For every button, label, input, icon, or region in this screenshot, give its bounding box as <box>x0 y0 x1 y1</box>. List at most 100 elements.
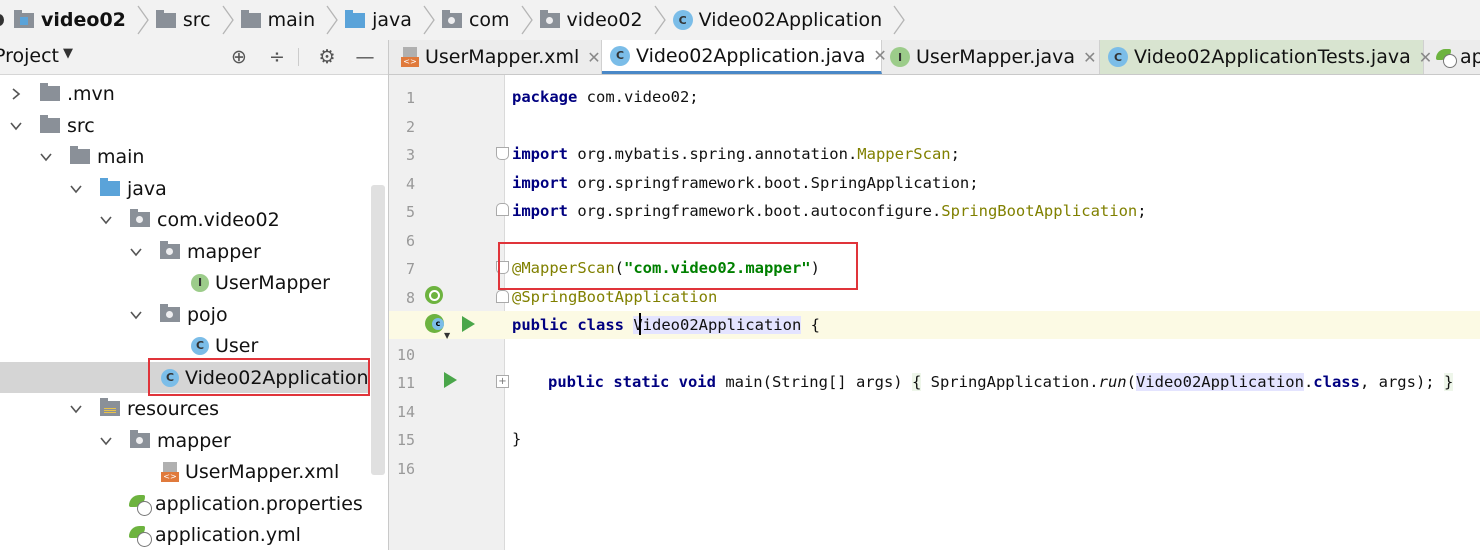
breadcrumb-label: java <box>372 9 412 31</box>
toolbar-divider <box>298 48 299 66</box>
tab-video02applicationtests-java[interactable]: C Video02ApplicationTests.java ✕ <box>1100 40 1432 74</box>
project-tree-scrollbar[interactable] <box>371 185 385 475</box>
chevron-down-icon[interactable] <box>39 150 53 164</box>
highlight-annotation-box <box>148 358 370 396</box>
chevron-down-icon[interactable] <box>129 308 143 322</box>
chevron-down-icon[interactable] <box>99 434 113 448</box>
package-icon <box>130 209 150 227</box>
folder-icon <box>240 9 261 28</box>
breadcrumb-separator-icon <box>136 0 150 40</box>
chevron-down-icon[interactable] <box>129 245 143 259</box>
close-icon[interactable]: ✕ <box>587 48 600 67</box>
package-icon <box>441 9 462 28</box>
collapse-all-icon[interactable]: ÷ <box>266 46 288 68</box>
code-line-8: @SpringBootApplication <box>512 288 718 306</box>
breadcrumb-separator-icon <box>520 0 534 40</box>
breadcrumb-item-java[interactable]: java <box>339 0 422 40</box>
tree-item-application-properties[interactable]: application.properties <box>0 488 370 519</box>
chevron-down-icon[interactable] <box>99 213 113 227</box>
tree-item-label: UserMapper <box>215 271 330 294</box>
run-icon[interactable] <box>462 316 475 332</box>
dropdown-arrow-icon[interactable]: ▼ <box>444 331 450 340</box>
spring-boot-gutter-icon[interactable]: c <box>425 314 444 333</box>
tree-item-main[interactable]: main <box>0 141 370 172</box>
tree-item-pojo[interactable]: pojo <box>0 299 370 330</box>
tree-item-mapper-folder[interactable]: mapper <box>0 425 370 456</box>
breadcrumb-item-class[interactable]: C Video02Application <box>667 0 893 40</box>
run-icon[interactable] <box>444 372 457 388</box>
tree-item-label: application.properties <box>155 492 363 515</box>
tree-item-user[interactable]: C User <box>0 330 370 361</box>
tab-video02application-java[interactable]: C Video02Application.java ✕ <box>602 40 887 74</box>
tree-item-label: UserMapper.xml <box>185 460 340 483</box>
editor-tab-bar: <> UserMapper.xml ✕ C Video02Application… <box>389 40 1480 75</box>
project-panel-header: Project ▼ ⊕ ÷ ⚙ — <box>0 40 388 75</box>
breadcrumb-separator-icon <box>422 0 436 40</box>
tab-label: ap <box>1460 46 1480 68</box>
line-number: 1 <box>405 89 415 107</box>
folder-icon <box>130 430 150 448</box>
locate-file-icon[interactable]: ⊕ <box>228 46 250 68</box>
line-number: 11 <box>396 374 415 392</box>
tree-item-java[interactable]: java <box>0 173 370 204</box>
source-folder-icon <box>345 9 366 28</box>
tree-item-mvn[interactable]: .mvn <box>0 78 370 109</box>
tree-item-com-video02[interactable]: com.video02 <box>0 204 370 235</box>
breadcrumb-item-main[interactable]: main <box>235 0 325 40</box>
tree-item-usermapper[interactable]: I UserMapper <box>0 267 370 298</box>
minimize-icon[interactable]: — <box>354 46 376 68</box>
line-number: 7 <box>405 260 415 278</box>
breadcrumb-item-com[interactable]: com <box>436 0 520 40</box>
chevron-down-icon[interactable] <box>69 402 83 416</box>
xml-file-icon: <> <box>401 47 419 67</box>
tree-item-application-yml[interactable]: application.yml <box>0 519 370 550</box>
fold-marker-icon[interactable] <box>496 147 509 160</box>
tree-item-src[interactable]: src <box>0 110 370 141</box>
interface-icon: I <box>191 273 209 292</box>
interface-icon: I <box>890 47 910 67</box>
dropdown-arrow-icon[interactable]: ▼ <box>63 46 73 61</box>
tab-usermapper-xml[interactable]: <> UserMapper.xml ✕ <box>389 40 602 74</box>
chevron-down-icon[interactable] <box>9 119 23 133</box>
code-line-15: } <box>512 430 522 448</box>
package-icon <box>160 304 180 322</box>
tab-label: Video02Application.java <box>636 44 866 67</box>
breadcrumb-item-src[interactable]: src <box>150 0 221 40</box>
fold-marker-icon[interactable] <box>496 203 509 216</box>
breadcrumb-item-module[interactable]: video02 <box>8 0 136 40</box>
code-line-3: import org.mybatis.spring.annotation.Map… <box>512 145 960 163</box>
code-line-11: public static void main(String[] args) {… <box>548 373 1454 391</box>
breadcrumb-item-video02[interactable]: video02 <box>534 0 653 40</box>
spring-bean-gutter-icon[interactable] <box>425 286 443 304</box>
tree-item-usermapper-xml[interactable]: <> UserMapper.xml <box>0 456 370 487</box>
test-class-icon: C <box>1108 47 1128 67</box>
tab-label: Video02ApplicationTests.java <box>1134 46 1411 68</box>
tree-item-label: User <box>215 334 259 357</box>
module-folder-icon <box>14 9 34 28</box>
close-icon[interactable]: ✕ <box>1083 48 1096 67</box>
tab-usermapper-java[interactable]: I UserMapper.java ✕ <box>882 40 1100 74</box>
gear-icon[interactable]: ⚙ <box>316 46 338 68</box>
fold-expand-icon[interactable]: + <box>496 375 509 388</box>
breadcrumb-label: src <box>182 9 211 31</box>
breadcrumb-separator-icon <box>892 0 906 40</box>
tree-item-mapper-package[interactable]: mapper <box>0 236 370 267</box>
spring-config-icon <box>1436 47 1457 68</box>
code-line-1: package com.video02; <box>512 88 699 106</box>
line-number: 10 <box>396 346 415 364</box>
project-panel-title[interactable]: Project <box>0 45 59 67</box>
folder-icon <box>40 115 60 133</box>
line-number: 14 <box>396 403 415 421</box>
tree-item-label: java <box>127 177 167 200</box>
code-line-5: import org.springframework.boot.autoconf… <box>512 202 1147 220</box>
folder-icon <box>40 83 60 101</box>
line-number: 6 <box>405 232 415 250</box>
tree-item-label: application.yml <box>155 523 301 546</box>
chevron-right-icon[interactable] <box>9 87 23 101</box>
chevron-down-icon[interactable] <box>69 182 83 196</box>
breadcrumb-label: com <box>468 9 510 31</box>
tab-application-config[interactable]: ap <box>1424 40 1480 74</box>
tree-item-resources[interactable]: resources <box>0 393 370 424</box>
breadcrumb-overflow <box>0 0 8 40</box>
fold-marker-icon[interactable] <box>496 290 509 303</box>
